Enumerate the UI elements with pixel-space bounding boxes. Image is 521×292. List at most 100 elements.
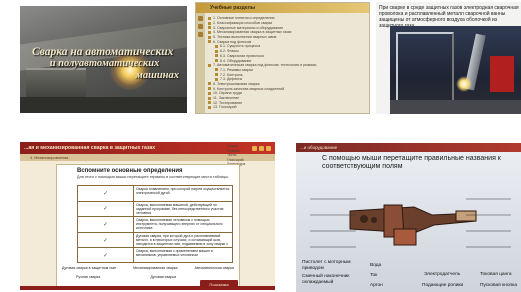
bullet-icon: [208, 40, 211, 44]
bullet-icon: [215, 68, 218, 72]
course-title-line1: Сварка на автоматических: [32, 46, 174, 58]
help-icon[interactable]: [198, 32, 203, 37]
arc-glow: [456, 76, 472, 92]
bullet-icon: [208, 101, 211, 105]
draggable-label[interactable]: Аргон: [370, 283, 383, 289]
bullet-icon: [215, 49, 218, 53]
draggable-label[interactable]: Вода: [370, 263, 381, 269]
photo-panel: При сварке в среде защитных газов электр…: [376, 2, 521, 114]
draggable-term[interactable]: Дуговая сварка: [150, 275, 176, 279]
contents-item-label: 7.1. Режимы сварки: [220, 67, 253, 72]
bullet-icon: [208, 91, 211, 95]
drop-target-cell[interactable]: ✓: [78, 217, 134, 232]
collage: Сварка на автоматических и полуавтоматич…: [0, 0, 521, 292]
back-icon[interactable]: [198, 24, 203, 29]
bullet-icon: [208, 16, 211, 20]
drop-target-cell[interactable]: ✓: [78, 248, 134, 262]
definition-text: Сварка, выполняемая человеком с помощью …: [136, 218, 223, 231]
torch-question: С помощью мыши перетащите правильные наз…: [322, 155, 501, 170]
draggable-label[interactable]: Сменный наконечник охлаждаемый: [302, 274, 354, 285]
definition-text: Сварка, выполняемая с применением машин …: [136, 249, 213, 258]
exercise-footer: [20, 286, 275, 290]
draggable-term[interactable]: Дуговая сварка в защитном газе: [62, 266, 116, 270]
checkmark-icon: ✓: [102, 221, 109, 228]
contents-item-label: 6. Сварка под флюсом: [213, 39, 252, 44]
bullet-icon: [215, 59, 218, 63]
contents-item-label: 4. Механизированная сварка в защитных га…: [213, 30, 292, 35]
checkmark-icon: ✓: [102, 206, 109, 213]
contents-item-label: 7.2. Контроль: [220, 72, 243, 77]
course-title-line2: и полуавтоматических: [49, 58, 160, 69]
bullet-icon: [208, 87, 211, 91]
draggable-label[interactable]: Электродатчель: [424, 272, 460, 278]
workshop-floor: [20, 97, 187, 113]
exercise-instruction: Для этого с помощью мыши перетащите терм…: [77, 175, 230, 179]
contents-item-label: 2. Классификация способов сварки: [213, 21, 273, 26]
draggable-term[interactable]: Автоматическая сварка: [195, 266, 234, 270]
bullet-icon: [208, 35, 211, 39]
draggable-terms-row2: Ручная сварка Дуговая сварка: [76, 275, 176, 279]
station-frame: [396, 32, 454, 102]
exercise-heading: Вспомните основные определения: [77, 168, 183, 174]
table-row: ✓ Сварка, выполняемая человеком с помощью…: [77, 216, 233, 232]
contents-item-label: 7.3. Дефекты: [220, 77, 243, 82]
draggable-term[interactable]: Механизированная сварка: [133, 266, 177, 270]
draggable-label[interactable]: Пусковая кнопка: [480, 283, 517, 289]
draggable-label[interactable]: Пистолет с моторным приводом: [302, 260, 352, 271]
contents-item-label: 8. Электрошлаковая сварка: [213, 81, 260, 86]
table-row: ✓ Сварка, выполняемая с применением машин…: [77, 247, 233, 263]
welding-torch-illustration: [349, 204, 477, 246]
draggable-label[interactable]: Подающие ролики: [422, 283, 463, 289]
contents-item-label: 6.3. Сварочная проволока: [220, 53, 264, 58]
course-title: Сварка на автоматических и полуавтоматич…: [24, 46, 185, 82]
contents-item-label: 10. Охрана труда: [213, 91, 242, 96]
drop-target-cell[interactable]: ✓: [78, 186, 134, 201]
torch-topbar-title: ...и оборудование: [300, 145, 338, 150]
table-row: ✓ Сварка плавлением, при которой нагрев о…: [77, 185, 233, 201]
checkmark-icon: ✓: [102, 190, 109, 197]
course-title-line3: машинах: [135, 70, 179, 81]
station-floor: [390, 100, 521, 114]
bullet-icon: [215, 77, 218, 81]
draggable-label[interactable]: Токовая цанга: [480, 272, 512, 278]
contents-item-label: 9. Контроль качества сварных соединений: [213, 86, 285, 91]
bullet-icon: [215, 73, 218, 77]
bullet-icon: [208, 105, 211, 109]
contents-item-label: 6.4. Оборудование: [220, 58, 252, 63]
bullet-icon: [208, 26, 211, 30]
breadcrumb-label: 4. Механизированная...: [30, 155, 72, 160]
contents-item-label: 7. Автоматическая сварка под флюсом: тех…: [213, 63, 317, 68]
exercise-topbar-title: ...ая и механизированная сварка в защитн…: [24, 145, 156, 151]
contents-header-label: Учебные разделы: [210, 5, 256, 11]
checkmark-icon: ✓: [102, 252, 109, 259]
contents-item-label: 6.2. Флюсы: [220, 49, 239, 54]
contents-item-label: 12. Тестирование: [213, 100, 243, 105]
contents-toolbar: [196, 13, 205, 113]
checkmark-icon: ✓: [102, 237, 109, 244]
bullet-icon: [208, 30, 211, 34]
definition-text: Сварка плавлением, при которой нагрев ос…: [136, 187, 230, 195]
table-row: ✓ Сварка, выполняемая машиной, действующе…: [77, 200, 233, 217]
draggable-label[interactable]: Ток: [370, 273, 377, 279]
contents-item-label: 13. Глоссарий: [213, 105, 237, 110]
side-menu: СваркаРежимыТестыГлоссарийЛитература: [227, 142, 271, 167]
home-icon[interactable]: [198, 16, 203, 21]
welding-station-photo: [390, 26, 521, 114]
red-cabinet: [490, 56, 514, 92]
contents-item[interactable]: 13. Глоссарий: [208, 105, 365, 110]
contents-item-label: 11. Заключение: [213, 96, 240, 101]
draggable-term[interactable]: Ручная сварка: [76, 275, 100, 279]
contents-panel: Учебные разделы 1. Основные понятия и оп…: [195, 2, 370, 114]
contents-header: Учебные разделы: [196, 3, 369, 13]
definition-text: Дуговая сварка, при которой дуга и распл…: [136, 233, 229, 248]
definition-text: Сварка, выполняемая машиной, действующей…: [136, 202, 224, 215]
contents-item-label: 3. Сварочные материалы и оборудование: [213, 25, 284, 30]
torch-topbar: ...и оборудование: [296, 143, 521, 152]
torch-exercise: ...и оборудование С помощью мыши перетащ…: [296, 143, 521, 292]
contents-item-label: 5. Техника выполнения сварных швов: [213, 35, 277, 40]
drop-target-cell[interactable]: ✓: [78, 201, 134, 217]
drop-target-cell[interactable]: ✓: [78, 232, 134, 248]
contents-list: 1. Основные понятия и определения 2. Клас…: [208, 16, 365, 110]
contents-item-label: 1. Основные понятия и определения: [213, 16, 275, 21]
table-row: ✓ Дуговая сварка, при которой дуга и расп…: [77, 231, 233, 248]
